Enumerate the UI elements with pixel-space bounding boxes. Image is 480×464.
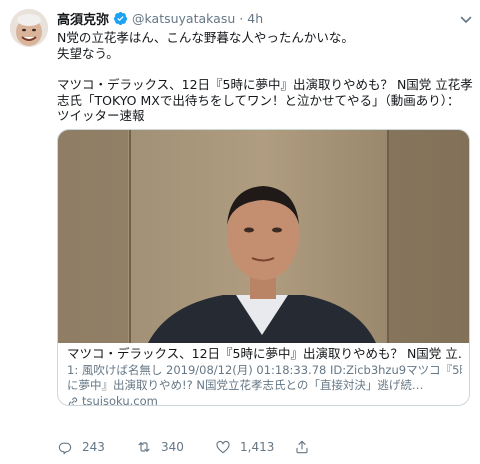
tweet-header: 高須克弥 @katsuyatakasu · 4h <box>57 8 263 28</box>
shared-headline-line: ツイッター速報 <box>57 108 145 124</box>
user-handle[interactable]: @katsuyatakasu <box>132 11 235 26</box>
link-icon <box>68 397 78 405</box>
card-body: マツコ・デラックス、12日『5時に夢中』出演取りやめも？ N国党 立… 1: 風… <box>67 346 462 406</box>
link-card[interactable]: マツコ・デラックス、12日『5時に夢中』出演取りやめも？ N国党 立… 1: 風… <box>57 129 470 406</box>
card-description-line: 1: 風吹けば名無し 2019/08/12(月) 01:18:33.78 ID:… <box>67 363 462 377</box>
tweet-text-line: N党の立花孝はん、こんな野暮な人やったんかいな。 <box>57 30 354 45</box>
avatar[interactable] <box>10 9 48 47</box>
retweet-icon <box>138 442 150 452</box>
tweet-actions: 243 340 1,413 <box>57 437 472 457</box>
share-icon <box>296 440 308 454</box>
like-button[interactable]: 1,413 <box>215 437 274 457</box>
heart-icon <box>216 440 230 454</box>
reply-icon <box>58 442 72 455</box>
verified-badge-icon <box>113 11 128 26</box>
card-domain-text: tsuisoku.com <box>82 394 158 406</box>
retweet-count: 340 <box>161 440 184 454</box>
like-count: 1,413 <box>240 440 275 454</box>
display-name[interactable]: 高須克弥 <box>57 9 109 28</box>
card-title: マツコ・デラックス、12日『5時に夢中』出演取りやめも？ N国党 立… <box>67 346 462 361</box>
tweet-text: N党の立花孝はん、こんな野暮な人やったんかいな。 失望なう。 マツコ・デラックス… <box>57 30 473 124</box>
tweet-text-line: 失望なう。 <box>57 45 119 61</box>
card-thumbnail <box>58 130 469 343</box>
chevron-down-icon[interactable] <box>459 12 473 26</box>
timestamp[interactable]: 4h <box>247 11 263 26</box>
tweet[interactable]: 高須克弥 @katsuyatakasu · 4h N党の立花孝はん、こんな野暮な… <box>0 0 480 464</box>
card-description: 1: 風吹けば名無し 2019/08/12(月) 01:18:33.78 ID:… <box>67 363 462 393</box>
card-image[interactable] <box>58 130 469 343</box>
reply-button[interactable]: 243 <box>57 437 105 457</box>
avatar-image <box>10 9 48 47</box>
separator-dot: · <box>239 10 244 26</box>
card-description-line: に夢中』出演取りやめ!? N国党立花孝志氏との「直接対決」逃げ続… <box>67 378 424 392</box>
shared-headline-line: マツコ・デラックス、12日『5時に夢中』出演取りやめも？ N国党 立花孝 <box>57 77 473 93</box>
reply-count: 243 <box>82 440 105 454</box>
share-button[interactable] <box>294 437 310 457</box>
retweet-button[interactable]: 340 <box>136 437 184 457</box>
card-domain: tsuisoku.com <box>67 394 462 406</box>
shared-headline-line: 志氏「TOKYO MXで出待ちをしてワン！と泣かせてやる」（動画あり）： <box>57 92 460 108</box>
